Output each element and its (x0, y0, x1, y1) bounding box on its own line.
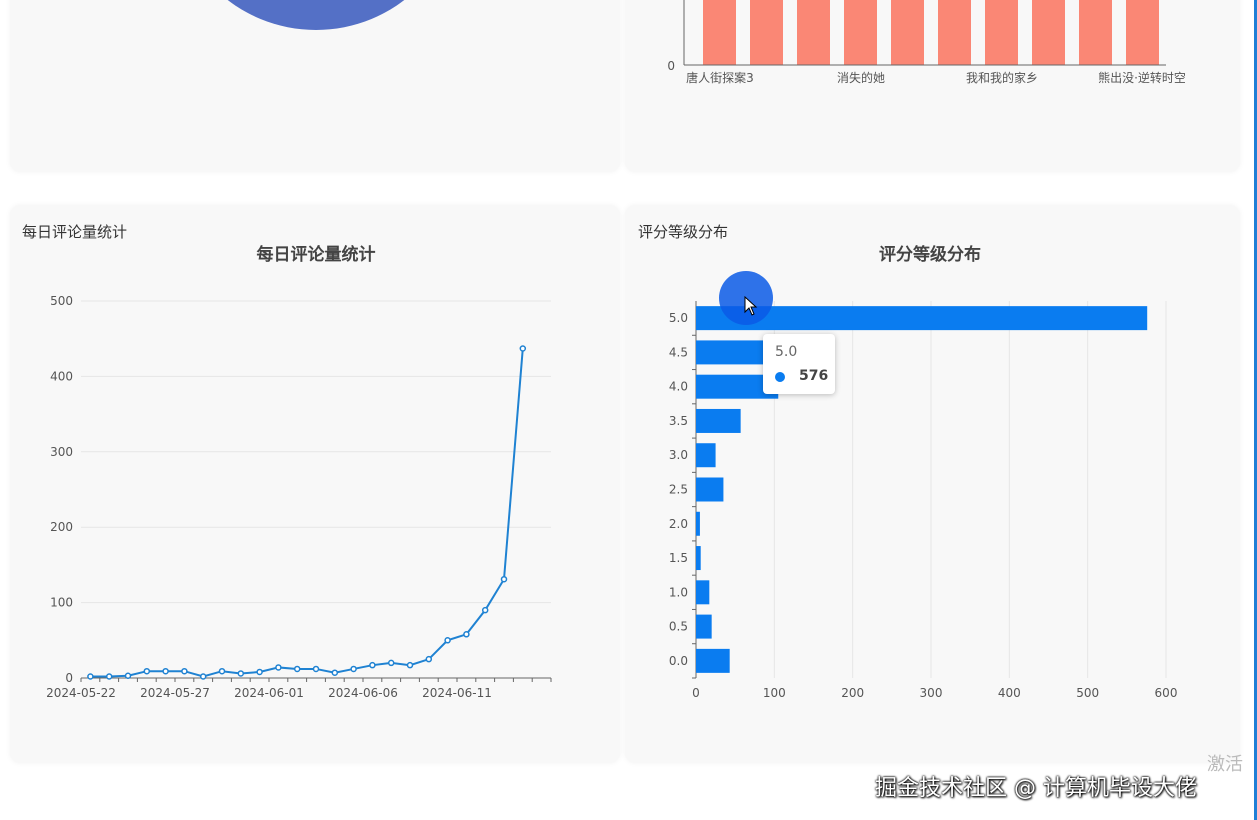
tooltip-value: 576 (799, 368, 829, 384)
line-point[interactable] (425, 655, 433, 663)
rating-bar[interactable] (696, 408, 741, 433)
line-y-tick-label: 400 (50, 369, 73, 383)
line-x-tick-label: 2024-06-11 (422, 686, 492, 700)
bar-x-tick-label: 400 (998, 686, 1021, 700)
line-x-tick-label: 2024-05-27 (140, 686, 210, 700)
bar-y-tick-label: 2.0 (669, 517, 688, 531)
bar-y-tick-label: 1.5 (669, 551, 688, 565)
bar-y-tick-label: 0.5 (669, 620, 688, 634)
bar-y-tick-label: 1.0 (669, 585, 688, 599)
tooltip-marker (775, 372, 785, 382)
line-chart-title: 每日评论量统计 (257, 244, 376, 265)
top-bar-category-label: 我和我的家乡 (966, 70, 1038, 85)
line-point[interactable] (387, 659, 395, 667)
line-point[interactable] (350, 665, 357, 673)
bar-tooltip: 5.0 576 (763, 334, 835, 394)
rating-bar[interactable] (696, 443, 716, 468)
line-y-tick-label: 0 (65, 671, 73, 685)
bar-x-tick-label: 300 (920, 686, 943, 700)
bar-y-tick-label: 0.0 (669, 654, 688, 668)
top-bar[interactable] (1126, 0, 1159, 65)
rating-bar[interactable] (696, 477, 724, 502)
line-y-tick-label: 500 (50, 294, 73, 308)
line-series (90, 348, 524, 678)
top-bar-category-label: 消失的她 (837, 70, 885, 85)
rating-bar[interactable] (696, 580, 710, 605)
top-bar[interactable] (985, 0, 1018, 65)
rating-bar[interactable] (696, 340, 765, 365)
line-point[interactable] (237, 670, 245, 677)
line-point[interactable] (199, 673, 207, 680)
line-y-tick-label: 300 (50, 445, 73, 459)
top-bar-category-label: 熊出没·逆转时空 (1098, 70, 1186, 85)
line-point[interactable] (143, 667, 151, 675)
line-point[interactable] (162, 667, 169, 675)
line-point[interactable] (256, 668, 263, 676)
bar-x-tick-label: 0 (692, 686, 700, 700)
line-point[interactable] (331, 669, 339, 676)
line-y-tick-label: 100 (50, 596, 73, 610)
line-point[interactable] (218, 667, 226, 675)
bar-x-tick-label: 200 (841, 686, 864, 700)
line-point[interactable] (444, 637, 451, 644)
line-x-tick-label: 2024-06-06 (328, 686, 398, 700)
top-bar-category-label: 唐人街探案3 (686, 70, 754, 85)
rating-bar-chart: 评分等级分布 0.0 0.5 1.0 1.5 2.0 2.5 3.0 3.5 4.0 4.5 5.0… (669, 244, 1178, 700)
top-bar[interactable] (750, 0, 783, 65)
bar-y-tick-label: 3.0 (669, 448, 688, 462)
rating-bar[interactable] (696, 511, 700, 536)
line-point[interactable] (105, 673, 113, 680)
line-point[interactable] (293, 665, 301, 673)
tooltip-category: 5.0 (775, 344, 798, 360)
line-chart: 每日评论量统计 0 100 200 300 400 500 2024-05-22 2024-… (46, 244, 552, 700)
bar-x-tick-label: 600 (1155, 686, 1178, 700)
top-bar[interactable] (891, 0, 924, 65)
line-point[interactable] (463, 631, 470, 638)
rating-bar[interactable] (696, 614, 712, 639)
top-bar[interactable] (703, 0, 736, 65)
top-bar[interactable] (1032, 0, 1065, 65)
line-point[interactable] (312, 665, 320, 673)
top-bar[interactable] (844, 0, 877, 65)
watermark-text: 掘金技术社区 @ 计算机毕设大佬 (875, 776, 1197, 801)
line-point[interactable] (124, 672, 132, 679)
line-point[interactable] (500, 575, 508, 583)
top-bar-chart: 0 唐人街探案3 消失的她 我和我的家乡 熊出没·逆转时空 (667, 0, 1186, 85)
line-point[interactable] (275, 664, 282, 671)
bar-y-tick-label: 2.5 (669, 483, 688, 497)
line-point[interactable] (87, 673, 94, 680)
bar-y-tick-label: 4.0 (669, 380, 688, 394)
rating-bar[interactable] (696, 546, 701, 571)
line-point[interactable] (181, 667, 188, 675)
bar-x-tick-label: 100 (763, 686, 786, 700)
line-x-tick-label: 2024-05-22 (46, 686, 116, 700)
line-point[interactable] (481, 606, 489, 614)
line-x-tick-label: 2024-06-01 (234, 686, 304, 700)
line-point[interactable] (369, 661, 376, 669)
top-bar[interactable] (797, 0, 830, 65)
line-y-tick-label: 200 (50, 520, 73, 534)
line-point[interactable] (519, 345, 527, 352)
bar-y-tick-label: 5.0 (669, 311, 688, 325)
bar-x-tick-label: 500 (1076, 686, 1099, 700)
bar-chart-title: 评分等级分布 (879, 244, 981, 265)
activate-windows-text: 激活 (1207, 754, 1243, 775)
bar-y-tick-label: 3.5 (669, 414, 688, 428)
y-zero-label: 0 (667, 59, 675, 73)
bar-y-tick-label: 4.5 (669, 345, 688, 359)
top-bar[interactable] (938, 0, 971, 65)
top-bar[interactable] (1079, 0, 1112, 65)
mouse-pointer-icon (744, 296, 758, 316)
pie-chart (171, 0, 461, 30)
line-point[interactable] (406, 661, 414, 669)
pie-slice[interactable] (171, 0, 461, 30)
rating-bar[interactable] (696, 648, 730, 673)
